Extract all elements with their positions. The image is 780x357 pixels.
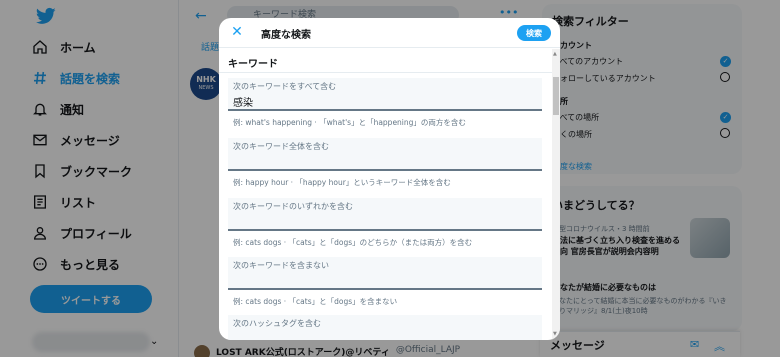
scrollbar[interactable]: ▲ ▼ bbox=[552, 49, 560, 340]
dialog-header: ✕ 高度な検索 検索 bbox=[219, 18, 560, 48]
field-value[interactable]: 感染 bbox=[233, 94, 253, 109]
scroll-thumb[interactable] bbox=[553, 77, 559, 115]
field-hint: 例: happy hour · 「happy hour」というキーワード全体を含… bbox=[233, 178, 451, 187]
field-hint: 例: cats dogs · 「cats」と「dogs」のどちらか（または両方）… bbox=[233, 238, 473, 247]
search-button[interactable]: 検索 bbox=[517, 25, 551, 41]
field-label: 次のキーワードをすべて含む bbox=[233, 82, 337, 91]
hashtags-field[interactable]: 次のハッシュタグを含む bbox=[228, 315, 542, 340]
field-label: 次のキーワードを含まない bbox=[233, 261, 329, 270]
scroll-up-icon[interactable]: ▲ bbox=[553, 51, 557, 57]
all-words-field[interactable]: 次のキーワードをすべて含む 感染 bbox=[228, 78, 542, 111]
any-words-field[interactable]: 次のキーワードのいずれかを含む bbox=[228, 198, 542, 231]
field-hint: 例: what's happening · 「what's」と「happenin… bbox=[233, 118, 466, 127]
field-hint: 例: cats dogs · 「cats」と「dogs」を含まない bbox=[233, 297, 398, 306]
divider bbox=[219, 72, 552, 73]
field-label: 次のハッシュタグを含む bbox=[233, 319, 321, 328]
none-words-field[interactable]: 次のキーワードを含まない bbox=[228, 257, 542, 290]
field-label: 次のキーワード全体を含む bbox=[233, 142, 329, 151]
advanced-search-dialog: ✕ 高度な検索 検索 キーワード 次のキーワードをすべて含む 感染 例: wha… bbox=[219, 18, 560, 340]
dialog-title: 高度な検索 bbox=[261, 30, 311, 41]
scroll-down-icon[interactable]: ▼ bbox=[553, 331, 557, 337]
dialog-body: キーワード 次のキーワードをすべて含む 感染 例: what's happeni… bbox=[219, 49, 560, 340]
exact-phrase-field[interactable]: 次のキーワード全体を含む bbox=[228, 138, 542, 171]
field-label: 次のキーワードのいずれかを含む bbox=[233, 202, 353, 211]
close-icon[interactable]: ✕ bbox=[229, 24, 245, 40]
section-title: キーワード bbox=[228, 59, 278, 70]
